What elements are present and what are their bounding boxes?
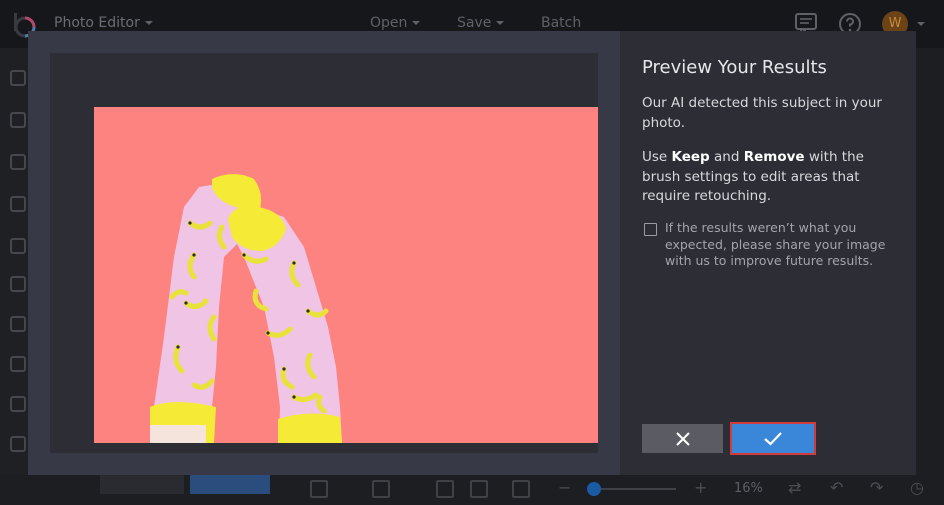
chevron-down-icon bbox=[412, 21, 421, 25]
checkmark-icon bbox=[764, 431, 782, 446]
expand-icon[interactable] bbox=[512, 480, 530, 498]
app-title-label: Photo Editor bbox=[54, 15, 140, 31]
instructions-middle: and bbox=[709, 149, 744, 165]
swap-icon[interactable]: ⇄ bbox=[788, 478, 801, 497]
left-sidebar bbox=[0, 48, 28, 505]
close-icon bbox=[675, 431, 690, 446]
history-icon[interactable]: ◷ bbox=[910, 478, 924, 497]
sidebar-tool-icon[interactable] bbox=[10, 276, 26, 292]
preview-frame bbox=[50, 53, 598, 453]
preview-results-dialog: Preview Your Results Our AI detected thi… bbox=[28, 31, 916, 475]
redo-icon[interactable]: ↷ bbox=[870, 478, 883, 497]
crop-icon[interactable] bbox=[372, 480, 390, 498]
chevron-down-icon bbox=[144, 21, 153, 25]
sidebar-tool-icon[interactable] bbox=[10, 70, 26, 86]
preview-area bbox=[28, 31, 620, 475]
nav-batch-label: Batch bbox=[541, 15, 582, 31]
sidebar-tool-icon[interactable] bbox=[10, 154, 26, 170]
undo-icon[interactable]: ↶ bbox=[830, 478, 843, 497]
preview-side-panel: Preview Your Results Our AI detected thi… bbox=[620, 31, 916, 475]
share-image-label[interactable]: If the results weren’t what you expected… bbox=[665, 220, 905, 270]
photo-editor-app: Photo Editor Open Save Batch W − + 16% ⇄… bbox=[0, 0, 944, 505]
nav-open-label: Open bbox=[370, 15, 408, 31]
zoom-slider-track[interactable] bbox=[590, 488, 676, 490]
zoom-in-icon[interactable]: + bbox=[694, 478, 707, 497]
nav-batch[interactable]: Batch bbox=[541, 15, 581, 31]
intro-text: Our AI detected this subject in your pho… bbox=[642, 95, 882, 131]
sidebar-tool-icon[interactable] bbox=[10, 436, 26, 452]
instructions-prefix: Use bbox=[642, 149, 672, 165]
zoom-level: 16% bbox=[734, 481, 763, 496]
chevron-down-icon[interactable] bbox=[917, 22, 925, 26]
chevron-down-icon bbox=[496, 21, 505, 25]
zoom-out-icon[interactable]: − bbox=[558, 478, 571, 497]
sidebar-tool-icon[interactable] bbox=[10, 112, 26, 128]
share-image-checkbox[interactable] bbox=[644, 223, 657, 236]
nav-open[interactable]: Open bbox=[370, 15, 421, 31]
sidebar-tool-icon[interactable] bbox=[10, 316, 26, 332]
instructions-text: Use Keep and Remove with the brush setti… bbox=[642, 148, 904, 207]
sidebar-tool-icon[interactable] bbox=[10, 238, 26, 254]
subject-preview-image bbox=[94, 107, 598, 443]
nav-save[interactable]: Save bbox=[457, 15, 505, 31]
app-title-menu[interactable]: Photo Editor bbox=[54, 15, 153, 31]
sidebar-tool-icon[interactable] bbox=[10, 356, 26, 372]
fit-screen-icon[interactable] bbox=[470, 480, 488, 498]
layers-icon[interactable] bbox=[310, 480, 328, 498]
sidebar-tool-icon[interactable] bbox=[10, 396, 26, 412]
dialog-title: Preview Your Results bbox=[642, 57, 827, 78]
confirm-button[interactable] bbox=[730, 422, 816, 455]
keep-keyword: Keep bbox=[671, 149, 710, 165]
remove-keyword: Remove bbox=[743, 149, 805, 165]
banana-socks-photo bbox=[150, 174, 342, 443]
sidebar-tool-icon[interactable] bbox=[10, 196, 26, 212]
zoom-slider-handle[interactable] bbox=[587, 482, 601, 496]
compare-icon[interactable] bbox=[436, 480, 454, 498]
nav-save-label: Save bbox=[457, 15, 492, 31]
cancel-button[interactable] bbox=[642, 424, 723, 453]
